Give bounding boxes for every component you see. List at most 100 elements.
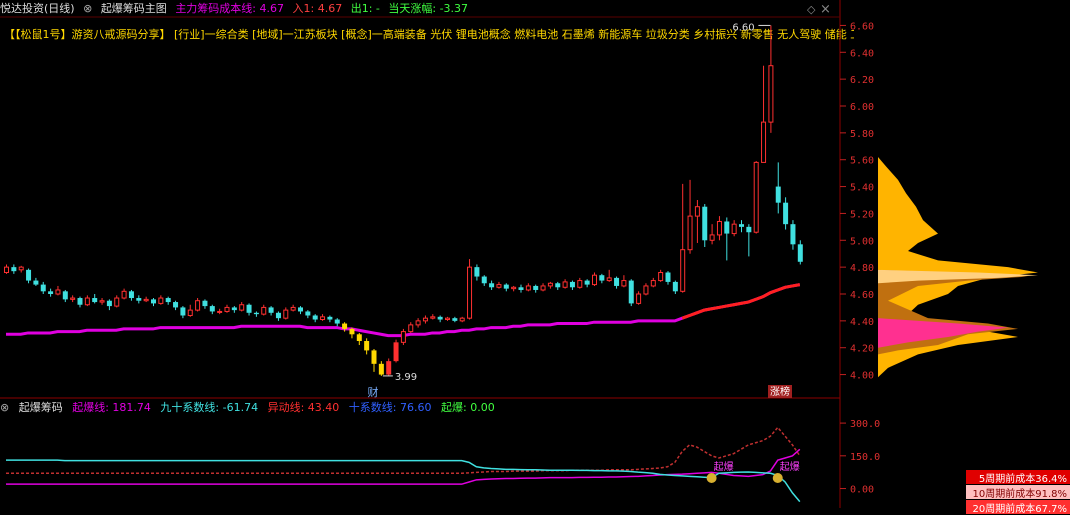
candle-body: [467, 266, 473, 319]
candle-body: [99, 300, 105, 303]
y-tick-label: 5.60: [850, 156, 874, 167]
candle-body: [202, 300, 208, 307]
candle-body: [547, 282, 553, 287]
candle-body: [4, 266, 9, 274]
candle-body: [77, 298, 83, 305]
candle-body: [92, 298, 98, 303]
candle-body: [268, 307, 274, 313]
candle-body: [525, 285, 531, 291]
candle-body: [356, 334, 362, 341]
candle-body: [55, 289, 61, 295]
candle-body: [503, 284, 509, 289]
candle-body: [239, 304, 245, 311]
y-tick-label: 5.20: [850, 209, 874, 220]
candle-body: [151, 299, 156, 304]
candle-body: [342, 323, 348, 329]
candle-body: [592, 274, 597, 286]
candle-body: [518, 287, 524, 290]
chip-legend-10: 10周期前成本91.8%: [966, 485, 1070, 500]
y-tick-label: 6.20: [850, 75, 874, 86]
candle-body: [716, 220, 722, 236]
candle-body: [481, 276, 487, 284]
candle-body: [136, 298, 142, 301]
y-tick-label: 6.00: [850, 102, 874, 113]
candle-body: [371, 350, 377, 364]
candle-body: [349, 328, 355, 335]
y-tick-label: 4.80: [850, 263, 874, 274]
candle-body: [540, 285, 546, 291]
cai-label: 财: [368, 385, 379, 399]
zhangbang-label: 涨榜: [770, 385, 790, 398]
candle-body: [70, 297, 76, 300]
sub-y-tick-label: 300.0: [850, 419, 880, 430]
candle-body: [143, 298, 149, 302]
candle-body: [694, 206, 700, 217]
candle-body: [702, 206, 708, 241]
y-tick-label: 6.40: [850, 48, 874, 59]
candle-body: [533, 285, 539, 290]
candle-body: [783, 202, 789, 225]
candle-body: [746, 226, 752, 233]
candle-body: [768, 65, 774, 123]
candle-body: [415, 320, 421, 326]
candle-body: [217, 310, 223, 313]
candle-body: [334, 319, 340, 324]
candle-body: [40, 284, 46, 292]
candle-body: [569, 281, 575, 288]
candle-body: [775, 186, 781, 203]
candle-body: [731, 223, 737, 235]
candle-body: [275, 312, 281, 319]
candle-body: [290, 306, 296, 311]
candle-body: [761, 121, 767, 163]
qibao-coin-icon: [706, 473, 717, 483]
candle-body: [128, 291, 134, 299]
candle-body: [173, 302, 179, 308]
candle-body: [378, 363, 384, 375]
candle-body: [606, 277, 612, 282]
candle-body: [422, 317, 428, 322]
candle-body: [790, 224, 796, 245]
candle-body: [496, 284, 502, 288]
candle-body: [599, 275, 605, 281]
candle-body: [327, 316, 333, 320]
y-tick-label: 4.40: [850, 317, 874, 328]
candle-body: [312, 315, 318, 320]
candle-body: [62, 291, 68, 300]
candle-body: [305, 311, 311, 316]
y-tick-label: 4.00: [850, 371, 874, 382]
candle-body: [430, 316, 436, 319]
y-tick-label: 5.80: [850, 129, 874, 140]
candle-body: [114, 297, 120, 307]
candlestick-chart: 4.00 4.20 4.40 4.60 4.80 5.00 5.20 5.40 5.60 5.80…: [0, 0, 1038, 508]
candle-body: [577, 280, 583, 288]
y-tick-label: 4.20: [850, 344, 874, 355]
candle-body: [680, 249, 686, 292]
candle-body: [364, 341, 370, 351]
candle-body: [106, 300, 112, 307]
chip-legend-20: 20周期前成本67.7%: [966, 500, 1070, 515]
candle-body: [650, 280, 656, 287]
sub-y-tick-label: 0.00: [850, 485, 874, 496]
candle-body: [445, 317, 450, 321]
candle-body: [386, 361, 392, 375]
candle-body: [408, 324, 414, 333]
candle-body: [562, 281, 568, 288]
candle-body: [33, 280, 39, 285]
qibao-label-1: 起爆: [714, 461, 734, 473]
chip-distribution: [878, 157, 1038, 378]
candle-body: [555, 283, 561, 288]
sub-jiushi-line: [6, 459, 801, 503]
candle-body: [665, 272, 671, 282]
candle-body: [672, 281, 678, 292]
candle-body: [459, 317, 465, 322]
y-tick-label: 5.00: [850, 236, 874, 247]
qibao-coin-icon: [772, 473, 783, 483]
candle-body: [283, 309, 289, 319]
candle-body: [400, 331, 406, 343]
candle-body: [687, 215, 693, 251]
candle-body: [320, 316, 326, 321]
candle-body: [489, 283, 495, 288]
candle-body: [187, 309, 193, 316]
candle-body: [231, 307, 237, 311]
candle-body: [709, 234, 715, 241]
